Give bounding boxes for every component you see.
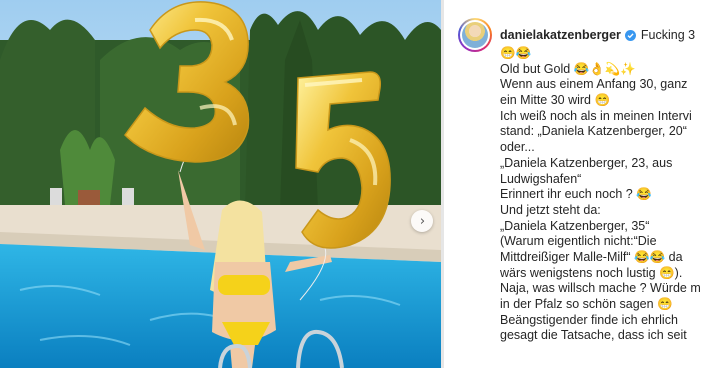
caption-text: 😁😂 Old but Gold 😂👌💫✨ Wenn aus einem Anfa… [500, 46, 708, 344]
caption-line: Naja, was willsch mache ? Würde m [500, 281, 701, 296]
caption-line: stand: „Daniela Katzenberger, 20“ [500, 124, 687, 139]
caption-line: Ludwigshafen“ [500, 171, 582, 186]
caption-line: in der Pfalz so schön sagen 😁 [500, 297, 673, 311]
photo-scene [0, 0, 441, 368]
caption-line: Beängstigender finde ich ehrlich [500, 312, 678, 327]
caption-line: (Warum eigentlich nicht:“Die [500, 234, 657, 249]
chevron-right-icon: › [419, 213, 426, 229]
caption-line: 😁😂 [500, 46, 532, 60]
avatar[interactable] [458, 18, 492, 52]
caption-line: „Daniela Katzenberger, 23, aus [500, 155, 673, 170]
caption-first-line: Fucking 3 [640, 28, 696, 42]
post-photo[interactable]: › [0, 0, 441, 368]
caption-pane: danielakatzenberger Fucking 3 😁😂 Old but… [444, 0, 708, 368]
caption-line: Old but Gold 😂👌💫✨ [500, 61, 636, 76]
caption-line: „Daniela Katzenberger, 35“ [500, 218, 650, 233]
caption-line: Und jetzt steht da: [500, 202, 601, 217]
verified-badge-icon [624, 29, 636, 41]
caption-line: Erinnert ihr euch noch ? 😂 [500, 187, 652, 202]
caption-line: Ich weiß noch als in meinen Intervi [500, 108, 692, 123]
username-link[interactable]: danielakatzenberger [500, 28, 621, 42]
caption-line: oder... [500, 140, 535, 155]
caption-line: wärs wenigstens noch lustig 😁). [500, 265, 683, 280]
instagram-post: › danielakatzenberger Fucking 3 😁😂 Old b… [0, 0, 708, 368]
caption-line: Wenn aus einem Anfang 30, ganz [500, 77, 688, 92]
caption-line: Mittdreißiger Malle-Milf“ 😂😂 da [500, 249, 683, 264]
next-photo-button[interactable]: › [411, 210, 433, 232]
caption-line: gesagt die Tatsache, dass ich seit [500, 328, 687, 343]
caption-line: ein Mitte 30 wird 😁 [500, 93, 611, 108]
